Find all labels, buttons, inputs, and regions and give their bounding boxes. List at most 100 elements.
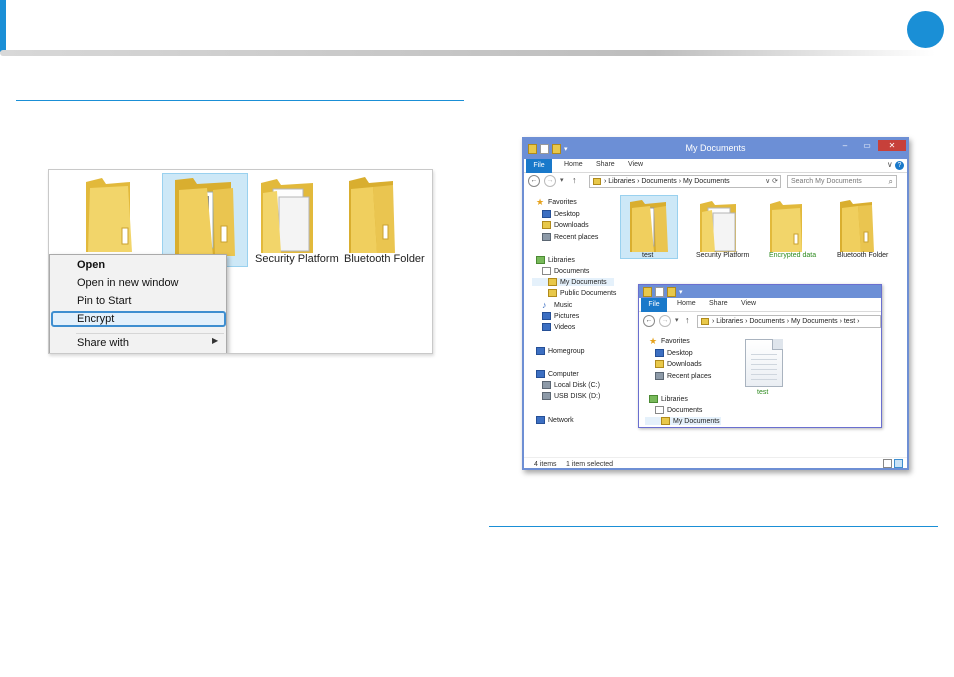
- address-bar-row: ← → ▾ ↑ › Libraries › Documents › My Doc…: [524, 174, 907, 190]
- nav-public-documents[interactable]: Public Documents: [548, 289, 616, 297]
- folder-icon: [701, 318, 709, 325]
- tab-file[interactable]: File: [526, 159, 552, 173]
- nav-network[interactable]: Network: [536, 416, 574, 424]
- nav-recent-places[interactable]: Recent places: [655, 372, 711, 380]
- search-input[interactable]: Search My Documents ⌕: [787, 175, 897, 188]
- tab-view[interactable]: View: [741, 300, 756, 307]
- view-toggle: [883, 459, 903, 468]
- nav-local-disk[interactable]: Local Disk (C:): [542, 381, 600, 389]
- folder-icon[interactable]: [766, 198, 806, 254]
- nav-homegroup[interactable]: Homegroup: [536, 347, 585, 355]
- tab-view[interactable]: View: [628, 161, 643, 168]
- tab-file[interactable]: File: [641, 298, 667, 312]
- libraries-icon: [536, 256, 545, 264]
- up-button[interactable]: ↑: [572, 175, 577, 185]
- forward-button[interactable]: →: [544, 175, 556, 187]
- nav-my-documents[interactable]: My Documents: [645, 417, 721, 425]
- details-view-icon[interactable]: [883, 459, 892, 468]
- folder-icon: [548, 289, 557, 297]
- tab-home[interactable]: Home: [564, 161, 583, 168]
- nav-libraries[interactable]: Libraries: [649, 395, 688, 403]
- inner-explorer-window: ▾ File Home Share View ← → ▾ ↑ › Librari…: [638, 284, 882, 428]
- star-icon: ★: [536, 197, 545, 207]
- recent-locations-icon[interactable]: ▾: [675, 316, 679, 324]
- pictures-icon: [542, 312, 551, 320]
- up-button[interactable]: ↑: [685, 315, 690, 325]
- folder-icon[interactable]: [82, 172, 134, 254]
- folder-icon[interactable]: [343, 175, 397, 255]
- nav-pictures[interactable]: Pictures: [542, 312, 579, 320]
- menu-item-share-with[interactable]: Share with: [77, 337, 129, 349]
- forward-button[interactable]: →: [659, 315, 671, 327]
- nav-my-documents[interactable]: My Documents: [532, 278, 614, 286]
- nav-computer[interactable]: Computer: [536, 370, 579, 378]
- ribbon-tabs: File Home Share View ∨ ?: [524, 159, 907, 173]
- item-label: Security Platform: [696, 252, 750, 259]
- address-path: › Libraries › Documents › My Documents ›…: [712, 318, 860, 325]
- folder-icon[interactable]: [643, 287, 652, 297]
- nav-videos[interactable]: Videos: [542, 323, 575, 331]
- computer-icon: [536, 370, 545, 378]
- nav-desktop[interactable]: Desktop: [655, 349, 693, 357]
- file-label: test: [757, 389, 769, 396]
- large-icons-view-icon[interactable]: [894, 459, 903, 468]
- recent-locations-icon[interactable]: ▾: [560, 176, 564, 184]
- inner-address-input[interactable]: › Libraries › Documents › My Documents ›…: [697, 315, 881, 328]
- nav-usb-disk[interactable]: USB DISK (D:): [542, 392, 600, 400]
- encrypted-file-icon[interactable]: [745, 339, 783, 387]
- address-input[interactable]: › Libraries › Documents › My Documents ∨…: [589, 175, 781, 188]
- menu-item-pin-to-start[interactable]: Pin to Start: [77, 295, 131, 307]
- refresh-icon[interactable]: ∨ ⟳: [765, 176, 780, 187]
- back-button[interactable]: ←: [528, 175, 540, 187]
- address-path: › Libraries › Documents › My Documents: [604, 178, 730, 185]
- explorer-window: ▾ My Documents – ▭ ✕ File Home Share Vie…: [522, 137, 909, 470]
- item-label: test: [642, 252, 654, 259]
- chevron-down-icon[interactable]: ▾: [679, 288, 683, 296]
- folder-icon[interactable]: [169, 176, 241, 258]
- menu-item-open-new-window[interactable]: Open in new window: [77, 277, 179, 289]
- nav-libraries[interactable]: Libraries: [536, 256, 575, 264]
- maximize-button[interactable]: ▭: [856, 140, 878, 151]
- back-button[interactable]: ←: [643, 315, 655, 327]
- context-menu: Open Open in new window Pin to Start Enc…: [49, 254, 227, 353]
- folder-icon[interactable]: [696, 198, 740, 254]
- nav-documents[interactable]: Documents: [542, 267, 589, 275]
- tab-share[interactable]: Share: [709, 300, 728, 307]
- local-disk-icon: [542, 381, 551, 389]
- nav-downloads[interactable]: Downloads: [655, 360, 702, 368]
- star-icon: ★: [649, 336, 658, 346]
- close-button[interactable]: ✕: [878, 140, 906, 151]
- folder-icon: [593, 178, 601, 185]
- nav-favorites[interactable]: ★ Favorites: [649, 336, 690, 346]
- properties-icon[interactable]: [655, 287, 664, 297]
- menu-item-encrypt[interactable]: Encrypt: [77, 313, 114, 325]
- folder-icon[interactable]: [626, 198, 670, 254]
- inner-title-bar[interactable]: ▾: [639, 285, 881, 298]
- nav-desktop[interactable]: Desktop: [542, 210, 580, 218]
- minimize-button[interactable]: –: [834, 140, 856, 151]
- nav-recent-places[interactable]: Recent places: [542, 233, 598, 241]
- folder-label: Security Platform: [255, 253, 339, 265]
- header-accent-bar: [0, 0, 6, 52]
- selection-count: 1 item selected: [566, 461, 614, 468]
- nav-favorites[interactable]: ★ Favorites: [536, 197, 577, 207]
- section-rule-left: [16, 100, 464, 101]
- manual-page: Security Platform Bluetooth Folder Open …: [0, 0, 954, 677]
- nav-downloads[interactable]: Downloads: [542, 221, 589, 229]
- inner-ribbon-tabs: File Home Share View: [639, 298, 881, 312]
- folder-icon[interactable]: [257, 175, 321, 255]
- videos-icon: [542, 323, 551, 331]
- title-bar[interactable]: ▾ My Documents – ▭ ✕: [524, 139, 907, 159]
- nav-documents[interactable]: Documents: [655, 406, 702, 414]
- ribbon-controls: ∨ ?: [887, 160, 904, 170]
- menu-item-open[interactable]: Open: [77, 259, 105, 271]
- folder-icon[interactable]: [836, 198, 876, 254]
- tab-share[interactable]: Share: [596, 161, 615, 168]
- new-folder-icon[interactable]: [667, 287, 676, 297]
- expand-ribbon-icon[interactable]: ∨: [887, 160, 893, 169]
- search-icon[interactable]: ⌕: [889, 176, 893, 187]
- item-label: Bluetooth Folder: [837, 252, 889, 259]
- help-icon[interactable]: ?: [895, 161, 904, 170]
- tab-home[interactable]: Home: [677, 300, 696, 307]
- nav-music[interactable]: ♪ Music: [542, 301, 572, 310]
